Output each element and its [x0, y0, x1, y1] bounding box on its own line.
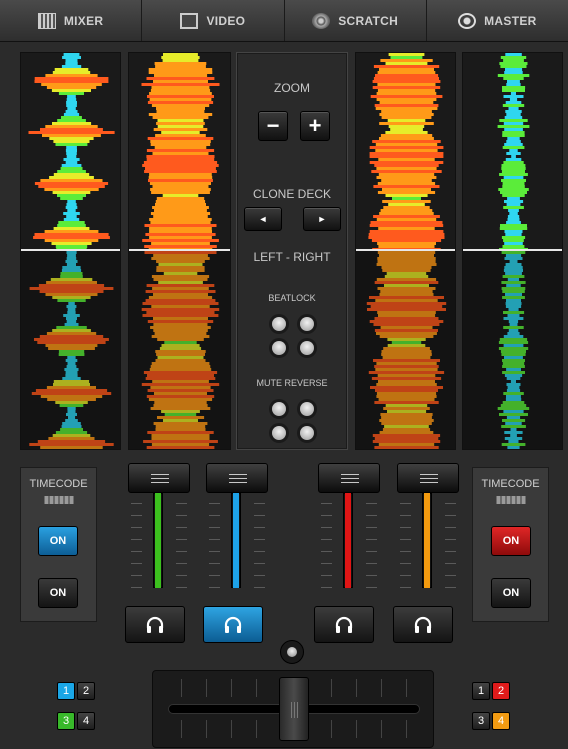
timecode-on-button-2[interactable]: ON — [491, 578, 531, 608]
deck-select-right-3[interactable]: 3 — [472, 712, 490, 730]
mute-reverse-button-4[interactable] — [300, 426, 314, 440]
waveform-deck-1[interactable] — [128, 52, 231, 450]
timecode-on-button[interactable]: ON — [38, 526, 78, 556]
master-icon — [458, 12, 477, 29]
zoom-out-button[interactable]: − — [258, 111, 288, 141]
beatlock-button-1[interactable] — [272, 317, 286, 331]
headphone-cue-button-3[interactable] — [314, 606, 374, 643]
scratch-icon — [312, 12, 331, 29]
crossfader[interactable] — [152, 670, 434, 748]
channel-fader-3[interactable] — [318, 463, 380, 598]
cue-line — [129, 249, 230, 251]
deck-select-2[interactable]: 2 — [77, 682, 95, 700]
clone-left-button[interactable]: ◄ — [244, 207, 282, 231]
mute-reverse-button-3[interactable] — [272, 426, 286, 440]
fader-level-fill — [233, 493, 239, 588]
fader-knob[interactable] — [397, 463, 459, 493]
top-tab-bar: MIXER VIDEO SCRATCH MASTER — [0, 0, 568, 42]
mute-reverse-label: MUTE REVERSE — [256, 378, 328, 388]
beatlock-button-3[interactable] — [272, 341, 286, 355]
tab-scratch-label: SCRATCH — [338, 13, 399, 28]
waveform-deck-3[interactable] — [20, 52, 121, 450]
waveform-deck-4[interactable] — [462, 52, 563, 450]
cue-line — [21, 249, 120, 251]
timecode-on-button[interactable]: ON — [491, 526, 531, 556]
timecode-panel-right: TIMECODE ON ON — [472, 467, 549, 622]
mute-reverse-button-1[interactable] — [272, 402, 286, 416]
deck-select-4[interactable]: 4 — [77, 712, 95, 730]
deck-select-right-2[interactable]: 2 — [492, 682, 510, 700]
tab-master-label: MASTER — [484, 13, 537, 28]
deck-select-3[interactable]: 3 — [57, 712, 75, 730]
headphones-icon — [146, 616, 164, 633]
tab-master[interactable]: MASTER — [427, 0, 568, 41]
timecode-signal-icon — [496, 496, 525, 504]
tab-scratch[interactable]: SCRATCH — [285, 0, 427, 41]
cue-line — [463, 249, 562, 251]
beatlock-button-4[interactable] — [300, 341, 314, 355]
channel-fader-2[interactable] — [206, 463, 268, 598]
center-controls-panel: ZOOM − + CLONE DECK ◄ ► LEFT - RIGHT BEA… — [236, 52, 348, 450]
zoom-label: ZOOM — [274, 81, 310, 95]
timecode-panel-left: TIMECODE ON ON — [20, 467, 97, 622]
headphone-cue-button-1[interactable] — [125, 606, 185, 643]
timecode-label: TIMECODE — [481, 478, 540, 490]
timecode-signal-icon — [44, 496, 73, 504]
headphones-icon — [224, 616, 242, 633]
beatlock-label: BEATLOCK — [268, 293, 316, 303]
fader-knob[interactable] — [318, 463, 380, 493]
headphones-icon — [414, 616, 432, 633]
tab-video-label: VIDEO — [206, 13, 246, 28]
zoom-in-button[interactable]: + — [300, 111, 330, 141]
deck-select-1[interactable]: 1 — [57, 682, 75, 700]
headphone-cue-button-2[interactable] — [203, 606, 263, 643]
crossfader-toggle-button[interactable] — [280, 640, 304, 664]
tab-video[interactable]: VIDEO — [142, 0, 285, 41]
fader-level-fill — [155, 493, 161, 588]
fader-knob[interactable] — [206, 463, 268, 493]
timecode-label: TIMECODE — [29, 478, 88, 490]
waveform-deck-2[interactable] — [355, 52, 456, 450]
tab-mixer[interactable]: MIXER — [0, 0, 143, 41]
tab-mixer-label: MIXER — [63, 13, 104, 28]
left-right-label: LEFT - RIGHT — [253, 250, 331, 264]
fader-level-fill — [345, 493, 351, 588]
mixer-icon — [37, 12, 56, 29]
deck-select-right-4[interactable]: 4 — [492, 712, 510, 730]
clone-deck-label: CLONE DECK — [252, 187, 332, 201]
channel-fader-4[interactable] — [397, 463, 459, 598]
headphones-icon — [335, 616, 353, 633]
mute-reverse-button-2[interactable] — [300, 402, 314, 416]
fader-knob[interactable] — [128, 463, 190, 493]
channel-fader-1[interactable] — [128, 463, 190, 598]
video-icon — [180, 12, 199, 29]
headphone-cue-button-4[interactable] — [393, 606, 453, 643]
cue-line — [356, 249, 455, 251]
fader-level-fill — [424, 493, 430, 588]
deck-select-right-1[interactable]: 1 — [472, 682, 490, 700]
beatlock-button-2[interactable] — [300, 317, 314, 331]
clone-right-button[interactable]: ► — [303, 207, 341, 231]
crossfader-knob[interactable] — [279, 677, 309, 741]
timecode-on-button-2[interactable]: ON — [38, 578, 78, 608]
